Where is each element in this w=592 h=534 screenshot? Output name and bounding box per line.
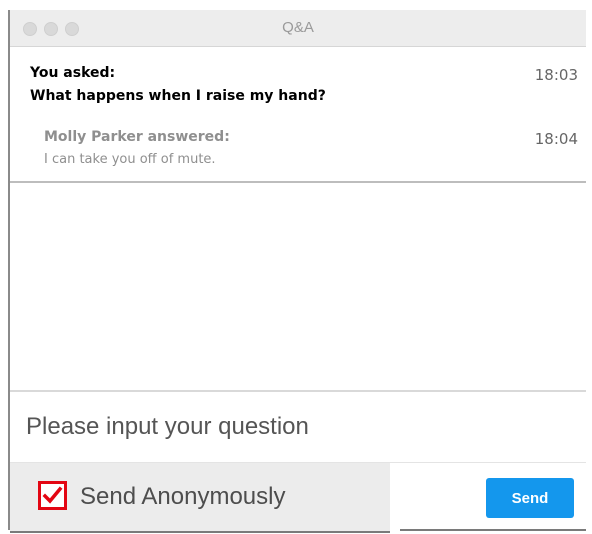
send-button[interactable]: Send bbox=[486, 478, 574, 518]
answer-label: Molly Parker answered: bbox=[44, 129, 230, 145]
question-input[interactable] bbox=[10, 392, 586, 462]
qa-thread: You asked: What happens when I raise my … bbox=[10, 47, 586, 183]
bottom-bar: Send Anonymously Send bbox=[10, 462, 586, 533]
answer-text: I can take you off of mute. bbox=[44, 152, 216, 167]
title-bar: Q&A bbox=[10, 10, 586, 47]
checkmark-icon bbox=[42, 486, 63, 504]
question-time: 18:03 bbox=[534, 66, 578, 84]
answer-time: 18:04 bbox=[534, 130, 578, 148]
window-title: Q&A bbox=[282, 19, 314, 36]
anonymous-option[interactable]: Send Anonymously bbox=[10, 463, 390, 533]
question-label: You asked: bbox=[30, 65, 116, 81]
question-text: What happens when I raise my hand? bbox=[30, 88, 326, 104]
bottom-border bbox=[400, 529, 586, 531]
anonymous-checkbox[interactable] bbox=[38, 481, 67, 510]
anonymous-label: Send Anonymously bbox=[80, 483, 286, 510]
qa-window: Q&A You asked: What happens when I raise… bbox=[8, 10, 586, 533]
